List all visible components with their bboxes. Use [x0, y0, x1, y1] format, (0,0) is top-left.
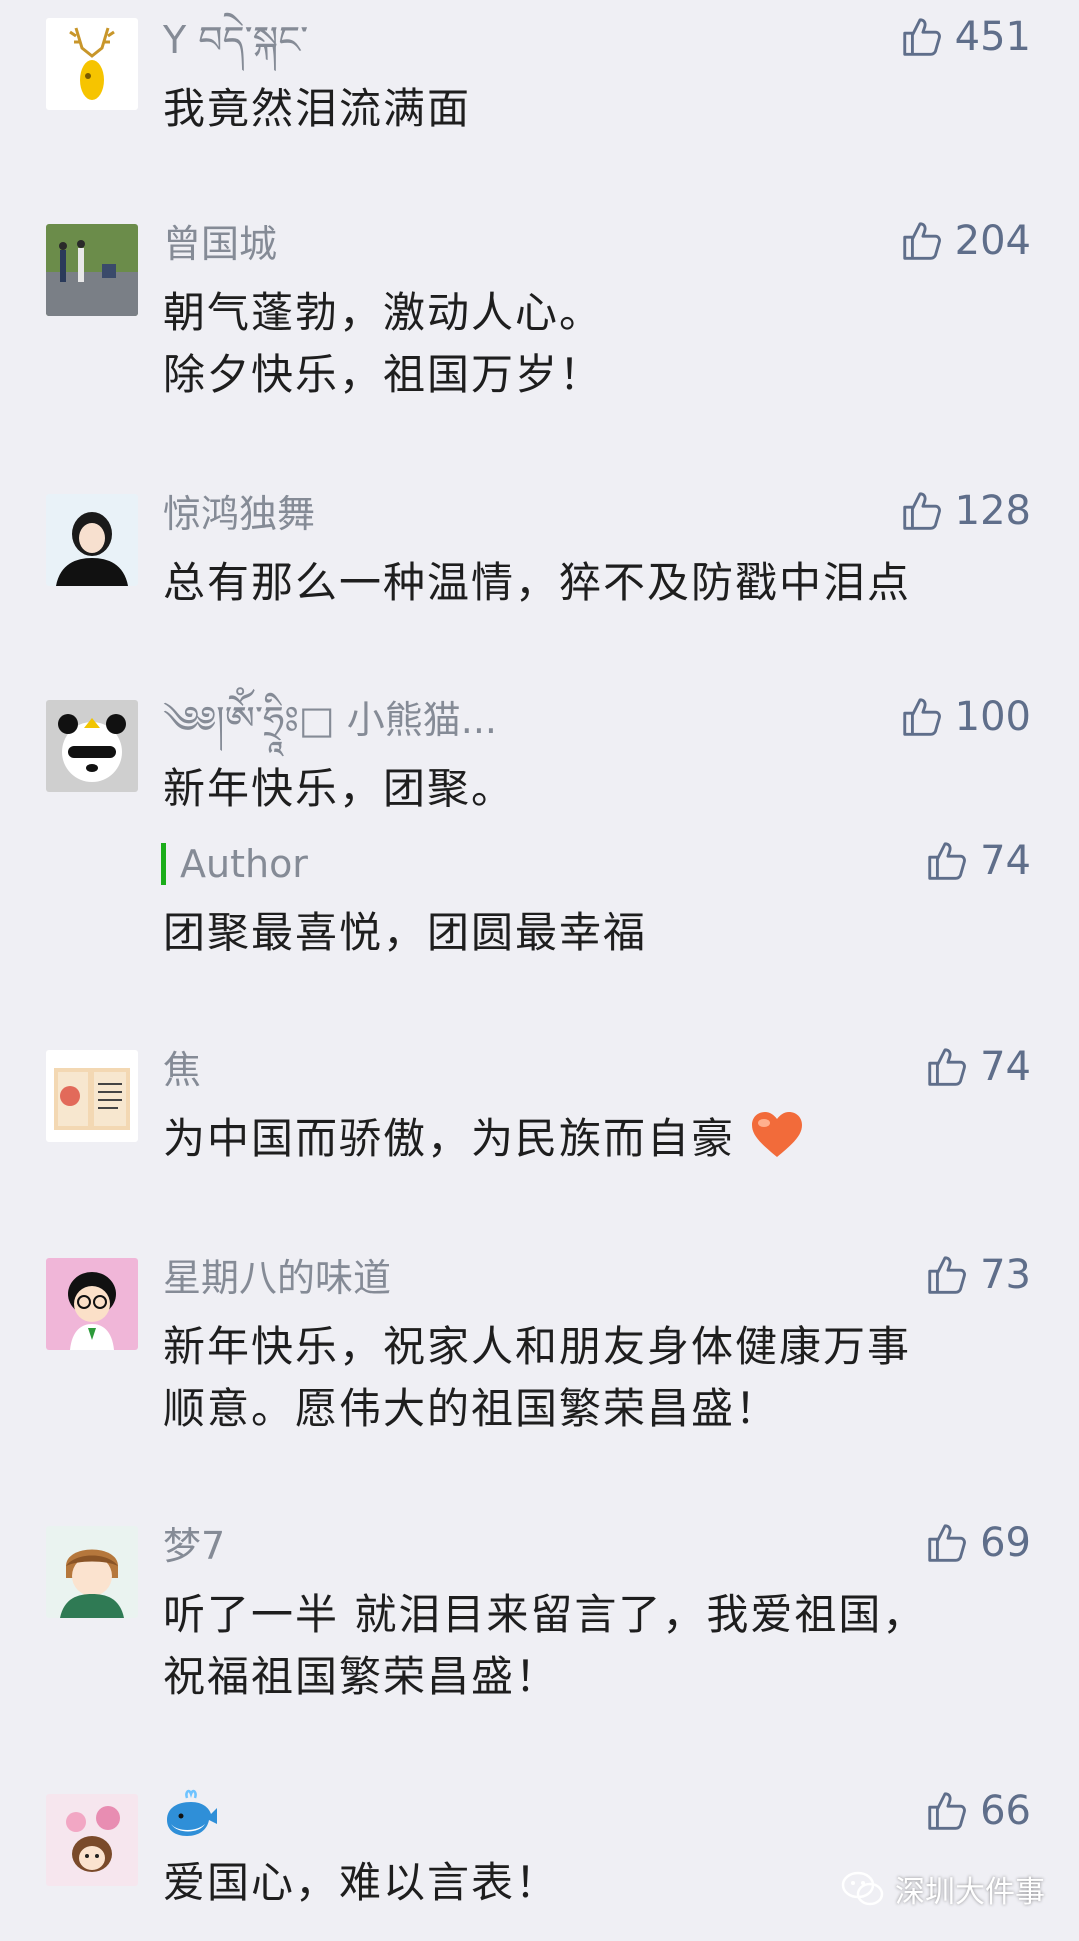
comment-text: 我竟然泪流满面 [163, 84, 472, 133]
comment-text: 听了一半 就泪目来留言了，我爱祖国， 祝福祖国繁荣昌盛！ [163, 1584, 1003, 1708]
comment-nick[interactable]: 梦7 [163, 1524, 225, 1568]
avatar[interactable] [46, 18, 138, 110]
wechat-icon [841, 1871, 884, 1906]
avatar[interactable] [46, 1258, 138, 1350]
comment-text-line: 顺意。愿伟大的祖国繁荣昌盛！ [163, 1384, 780, 1433]
thumbs-up-icon [928, 1792, 967, 1830]
like-count: 204 [954, 218, 1031, 264]
like-count: 74 [980, 838, 1031, 884]
like-count: 100 [954, 694, 1031, 740]
avatar[interactable] [46, 700, 138, 792]
avatar[interactable] [46, 1050, 138, 1142]
like-count: 451 [954, 14, 1031, 60]
comment-text-line: 祝福祖国繁荣昌盛！ [163, 1652, 560, 1701]
thumbs-up-icon [928, 1048, 967, 1086]
comment-nick[interactable]: 曾国城 [163, 222, 277, 266]
avatar[interactable] [46, 1794, 138, 1886]
thumbs-up-icon [902, 698, 941, 736]
like-count: 66 [980, 1788, 1031, 1834]
thumbs-up-icon [902, 492, 941, 530]
like-button[interactable]: 451 [899, 14, 1031, 60]
watermark-text: 深圳大件事 [895, 1875, 1045, 1910]
like-button[interactable]: 100 [899, 694, 1031, 740]
like-count: 69 [980, 1520, 1031, 1566]
comment-nick[interactable]: Y བདེ་སྐང་ [163, 18, 308, 62]
avatar[interactable] [46, 224, 138, 316]
avatar[interactable] [46, 494, 138, 586]
reply-like-button[interactable]: 74 [924, 838, 1031, 884]
whale-icon [163, 1786, 219, 1847]
thumbs-up-icon [902, 222, 941, 260]
comment-text-line: 朝气蓬勃，激动人心。 [163, 288, 604, 337]
comment-text-content: 为中国而骄傲，为民族而自豪 [163, 1114, 736, 1163]
comment-text-line: 除夕快乐，祖国万岁！ [163, 350, 604, 399]
comment-text-line: 新年快乐，祝家人和朋友身体健康万事 [163, 1322, 912, 1371]
like-count: 128 [954, 488, 1031, 534]
comment-text: 朝气蓬勃，激动人心。 除夕快乐，祖国万岁！ [163, 282, 1003, 406]
like-button[interactable]: 128 [899, 488, 1031, 534]
thumbs-up-icon [928, 842, 967, 880]
comment-nick[interactable]: ༄༅།ཨོཾ་ཧྲཱིཿ□ 小熊猫... [163, 698, 497, 742]
reply-text: 团聚最喜悦，团圆最幸福 [163, 908, 648, 957]
comment-nick[interactable]: 惊鸿独舞 [163, 492, 315, 536]
thumbs-up-icon [902, 18, 941, 56]
comment-text-line: 听了一半 就泪目来留言了，我爱祖国， [163, 1590, 927, 1639]
avatar[interactable] [46, 1526, 138, 1618]
like-button[interactable]: 204 [899, 218, 1031, 264]
comment-text: 新年快乐，团聚。 [163, 764, 516, 813]
comment-text: 为中国而骄傲，为民族而自豪 [163, 1108, 1003, 1176]
thumbs-up-icon [928, 1524, 967, 1562]
comment-nick[interactable]: 星期八的味道 [163, 1256, 391, 1300]
like-button[interactable]: 66 [924, 1788, 1031, 1834]
like-button[interactable]: 69 [924, 1520, 1031, 1566]
author-label: Author [180, 842, 308, 886]
comment-nick[interactable]: 焦 [163, 1048, 201, 1092]
like-count: 73 [980, 1252, 1031, 1298]
watermark: 深圳大件事 [841, 1867, 1045, 1911]
like-button[interactable]: 73 [924, 1252, 1031, 1298]
comment-text: 新年快乐，祝家人和朋友身体健康万事 顺意。愿伟大的祖国繁荣昌盛！ [163, 1316, 1003, 1440]
comment-text: 总有那么一种温情，猝不及防戳中泪点 [163, 558, 912, 607]
author-reply-bar [161, 843, 166, 885]
like-count: 74 [980, 1044, 1031, 1090]
like-button[interactable]: 74 [924, 1044, 1031, 1090]
thumbs-up-icon [928, 1256, 967, 1294]
heart-icon [750, 1111, 804, 1176]
